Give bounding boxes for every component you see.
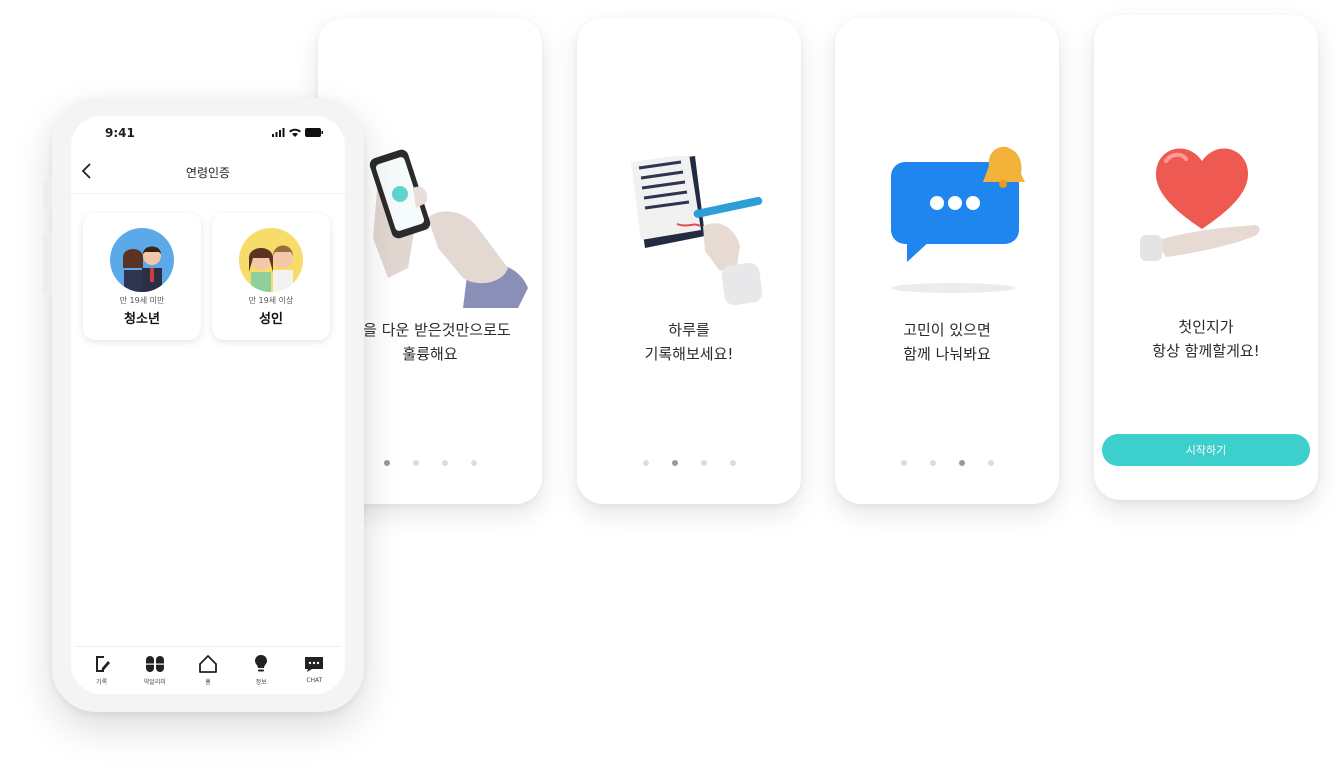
status-icons (272, 128, 323, 137)
page-dot[interactable] (700, 460, 707, 466)
page-dot[interactable] (929, 460, 936, 466)
lightbulb-icon (255, 655, 268, 672)
caption-line: 함께 나눠봐요 (903, 345, 991, 363)
onboarding-caption-4: 첫인지가 항상 함께할게요! (1094, 315, 1318, 363)
start-button[interactable]: 시작하기 (1102, 434, 1310, 466)
tab-chat[interactable]: CHAT (289, 647, 339, 690)
edit-note-icon (95, 656, 110, 672)
onboarding-card-2: 하루를 기록해보세요! (577, 18, 801, 504)
onboarding-caption-3: 고민이 있으면 함께 나눠봐요 (835, 318, 1059, 366)
wifi-icon (289, 128, 301, 137)
tab-label: 약알리미 (143, 679, 166, 686)
home-icon (199, 655, 217, 673)
page-dot[interactable] (412, 460, 419, 466)
tab-bar: 기록 약알리미 홈 정보 CHAT (75, 646, 341, 690)
page-dot[interactable] (987, 460, 994, 466)
age-option-teen[interactable]: 만 19세 미만 청소년 (83, 213, 201, 340)
document-writing-illustration (631, 156, 763, 306)
signal-icon (272, 128, 285, 137)
tab-pill-reminder[interactable]: 약알리미 (130, 647, 180, 690)
adult-avatar (239, 228, 303, 292)
caption-line: 기록해보세요! (644, 345, 734, 363)
pill-icon (145, 656, 164, 672)
onboarding-caption-2: 하루를 기록해보세요! (577, 318, 801, 366)
onboarding-card-3: 고민이 있으면 함께 나눠봐요 (835, 18, 1059, 504)
page-dot[interactable] (900, 460, 907, 466)
chat-icon (305, 657, 324, 672)
onboarding-card-4: 첫인지가 항상 함께할게요! 시작하기 (1094, 15, 1318, 500)
age-option-label: 청소년 (124, 312, 160, 327)
caption-line: 항상 함께할게요! (1152, 342, 1260, 360)
tab-home[interactable]: 홈 (183, 647, 233, 690)
age-option-sub-label: 만 19세 이상 (248, 296, 294, 305)
caption-line: 첫인지가 (1178, 318, 1234, 336)
teen-avatar (110, 228, 174, 292)
page-title: 연령인증 (185, 166, 231, 180)
age-option-label: 성인 (259, 312, 283, 327)
caption-line: 하루를 (668, 321, 710, 339)
tab-info[interactable]: 정보 (236, 647, 286, 690)
tab-label: CHAT (306, 677, 323, 684)
tab-label: 홈 (205, 679, 211, 686)
phone-side-button (43, 234, 52, 294)
page-dot-active[interactable] (958, 460, 965, 466)
battery-icon (305, 128, 323, 137)
hand-phone-illustration (369, 149, 528, 308)
page-dot-active[interactable] (671, 460, 678, 466)
heart-hand-illustration (1140, 148, 1260, 261)
page-dot-active[interactable] (383, 460, 390, 466)
chat-bubble-bell-illustration (891, 146, 1025, 293)
page-indicator (577, 460, 801, 466)
tab-label: 기록 (96, 679, 108, 686)
tab-label: 정보 (255, 679, 267, 686)
status-time: 9:41 (105, 126, 135, 140)
phone-mockup: 9:41 연령인증 만 19세 미만 청소년 만 19세 이상 성인 기록 약알… (43, 98, 364, 712)
age-option-adult[interactable]: 만 19세 이상 성인 (212, 213, 330, 340)
page-indicator (835, 460, 1059, 466)
page-dot[interactable] (729, 460, 736, 466)
tab-record[interactable]: 기록 (77, 647, 127, 690)
caption-line: 고민이 있으면 (903, 321, 991, 339)
page-dot[interactable] (470, 460, 477, 466)
page-dot[interactable] (642, 460, 649, 466)
age-option-sub-label: 만 19세 미만 (119, 296, 165, 305)
nav-header: 연령인증 (71, 154, 345, 194)
phone-side-button (43, 180, 52, 210)
phone-screen: 9:41 연령인증 만 19세 미만 청소년 만 19세 이상 성인 기록 약알… (71, 116, 345, 694)
status-bar: 9:41 (71, 124, 345, 144)
page-dot[interactable] (441, 460, 448, 466)
